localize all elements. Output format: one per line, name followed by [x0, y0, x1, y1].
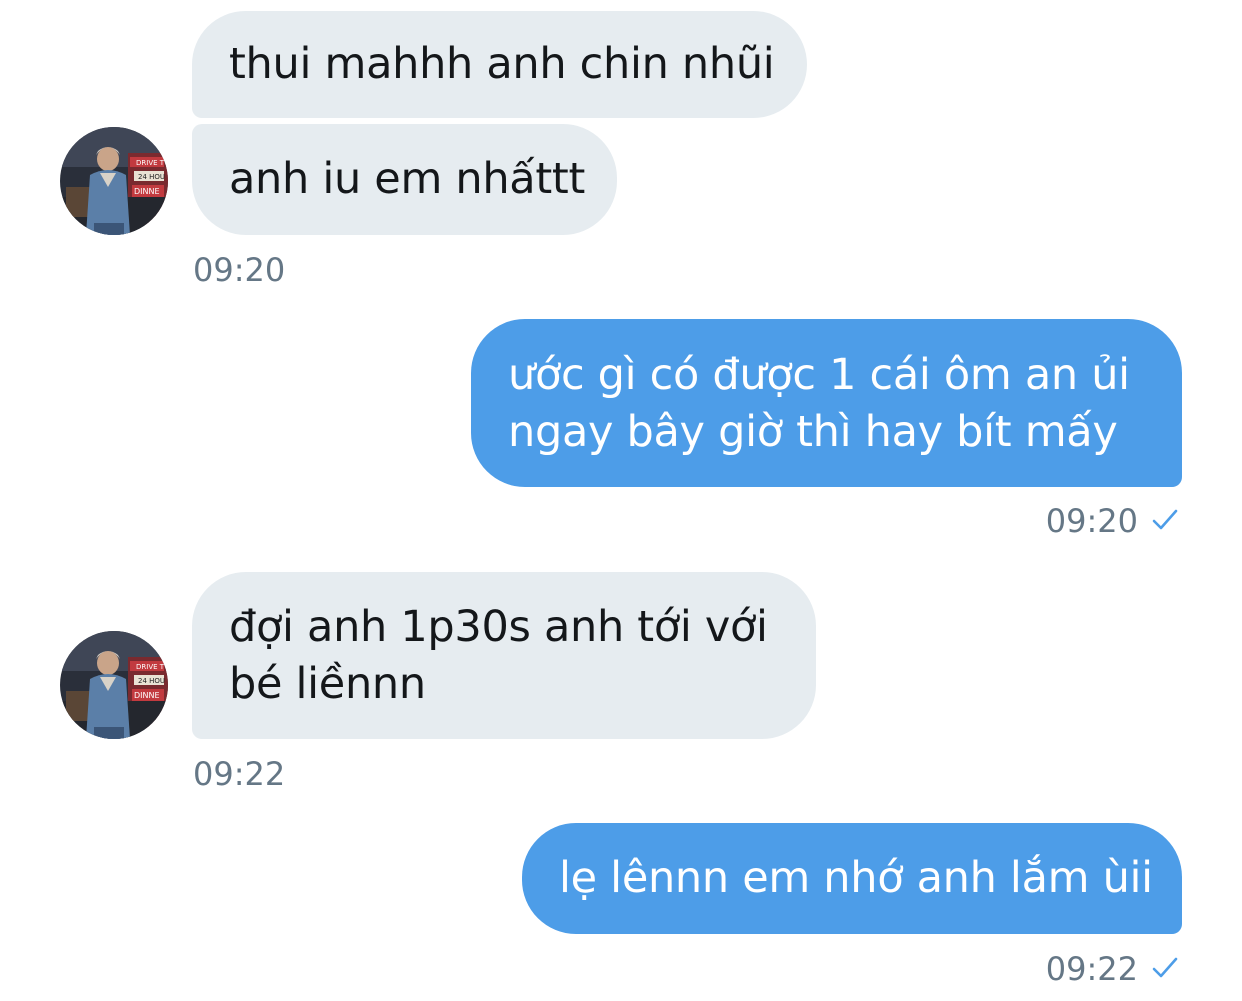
message-text: lẹ lênnn em nhớ anh lắm ùii — [559, 853, 1153, 903]
outgoing-message-bubble[interactable]: lẹ lênnn em nhớ anh lắm ùii — [522, 823, 1182, 934]
avatar-sign-text: DRIVE T — [136, 159, 165, 167]
avatar-sign-text: DINNE — [134, 691, 160, 700]
message-timestamp: 09:20 — [1045, 502, 1138, 540]
message-timestamp: 09:22 — [193, 755, 286, 793]
message-text: ngay bây giờ thì hay bít mấy — [508, 407, 1118, 457]
avatar-sign-text: DRIVE T — [136, 663, 165, 671]
incoming-message-bubble[interactable]: đợi anh 1p30s anh tới với bé liềnnn — [192, 572, 816, 739]
avatar-sign-text: 24 HOU — [138, 677, 165, 685]
avatar-photo: DRIVE T 24 HOU DINNE — [60, 631, 168, 739]
message-timestamp-row: 09:20 — [1046, 501, 1180, 541]
incoming-message-bubble[interactable]: anh iu em nhấttt — [192, 124, 617, 235]
check-icon — [1152, 957, 1178, 978]
contact-avatar[interactable]: DRIVE T 24 HOU DINNE — [60, 127, 168, 235]
message-text: bé liềnnn — [229, 659, 426, 709]
avatar-sign-text: 24 HOU — [138, 173, 165, 181]
message-text: ước gì có được 1 cái ôm an ủi — [508, 350, 1130, 400]
message-timestamp: 09:22 — [1045, 950, 1138, 988]
message-text: thui mahhh anh chin nhũi — [229, 39, 775, 89]
message-timestamp-row: 09:22 — [1046, 949, 1180, 989]
avatar-sign-text: DINNE — [134, 187, 160, 196]
message-timestamp: 09:20 — [193, 251, 286, 289]
contact-avatar[interactable]: DRIVE T 24 HOU DINNE — [60, 631, 168, 739]
avatar-photo: DRIVE T 24 HOU DINNE — [60, 127, 168, 235]
incoming-message-bubble[interactable]: thui mahhh anh chin nhũi — [192, 11, 807, 118]
outgoing-message-bubble[interactable]: ước gì có được 1 cái ôm an ủi ngay bây g… — [471, 319, 1182, 487]
message-text: anh iu em nhấttt — [229, 154, 586, 204]
message-text: đợi anh 1p30s anh tới với — [229, 602, 768, 652]
check-icon — [1152, 509, 1178, 530]
